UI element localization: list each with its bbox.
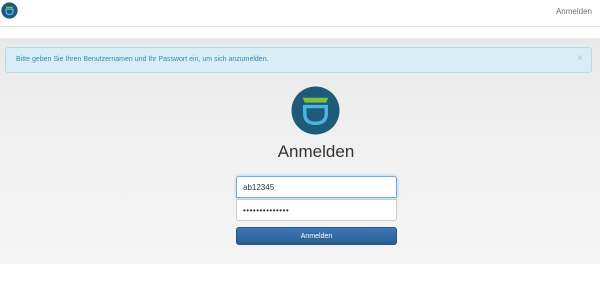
main-content: Bitte geben Sie Ihren Benutzernamen und … bbox=[0, 38, 600, 264]
nav-login-link[interactable]: Anmelden bbox=[556, 7, 592, 16]
alert-message: Bitte geben Sie Ihren Benutzernamen und … bbox=[16, 56, 269, 63]
info-alert: Bitte geben Sie Ihren Benutzernamen und … bbox=[5, 47, 592, 73]
username-input[interactable] bbox=[236, 176, 397, 198]
privacyidea-logo-icon[interactable] bbox=[1, 2, 18, 19]
page-title: Anmelden bbox=[277, 142, 355, 161]
navbar: Anmelden bbox=[0, 0, 600, 27]
alert-close-button[interactable]: × bbox=[577, 53, 583, 65]
password-input[interactable] bbox=[236, 199, 397, 221]
login-button[interactable]: Anmelden bbox=[236, 227, 397, 245]
privacyidea-logo-icon bbox=[291, 86, 340, 135]
